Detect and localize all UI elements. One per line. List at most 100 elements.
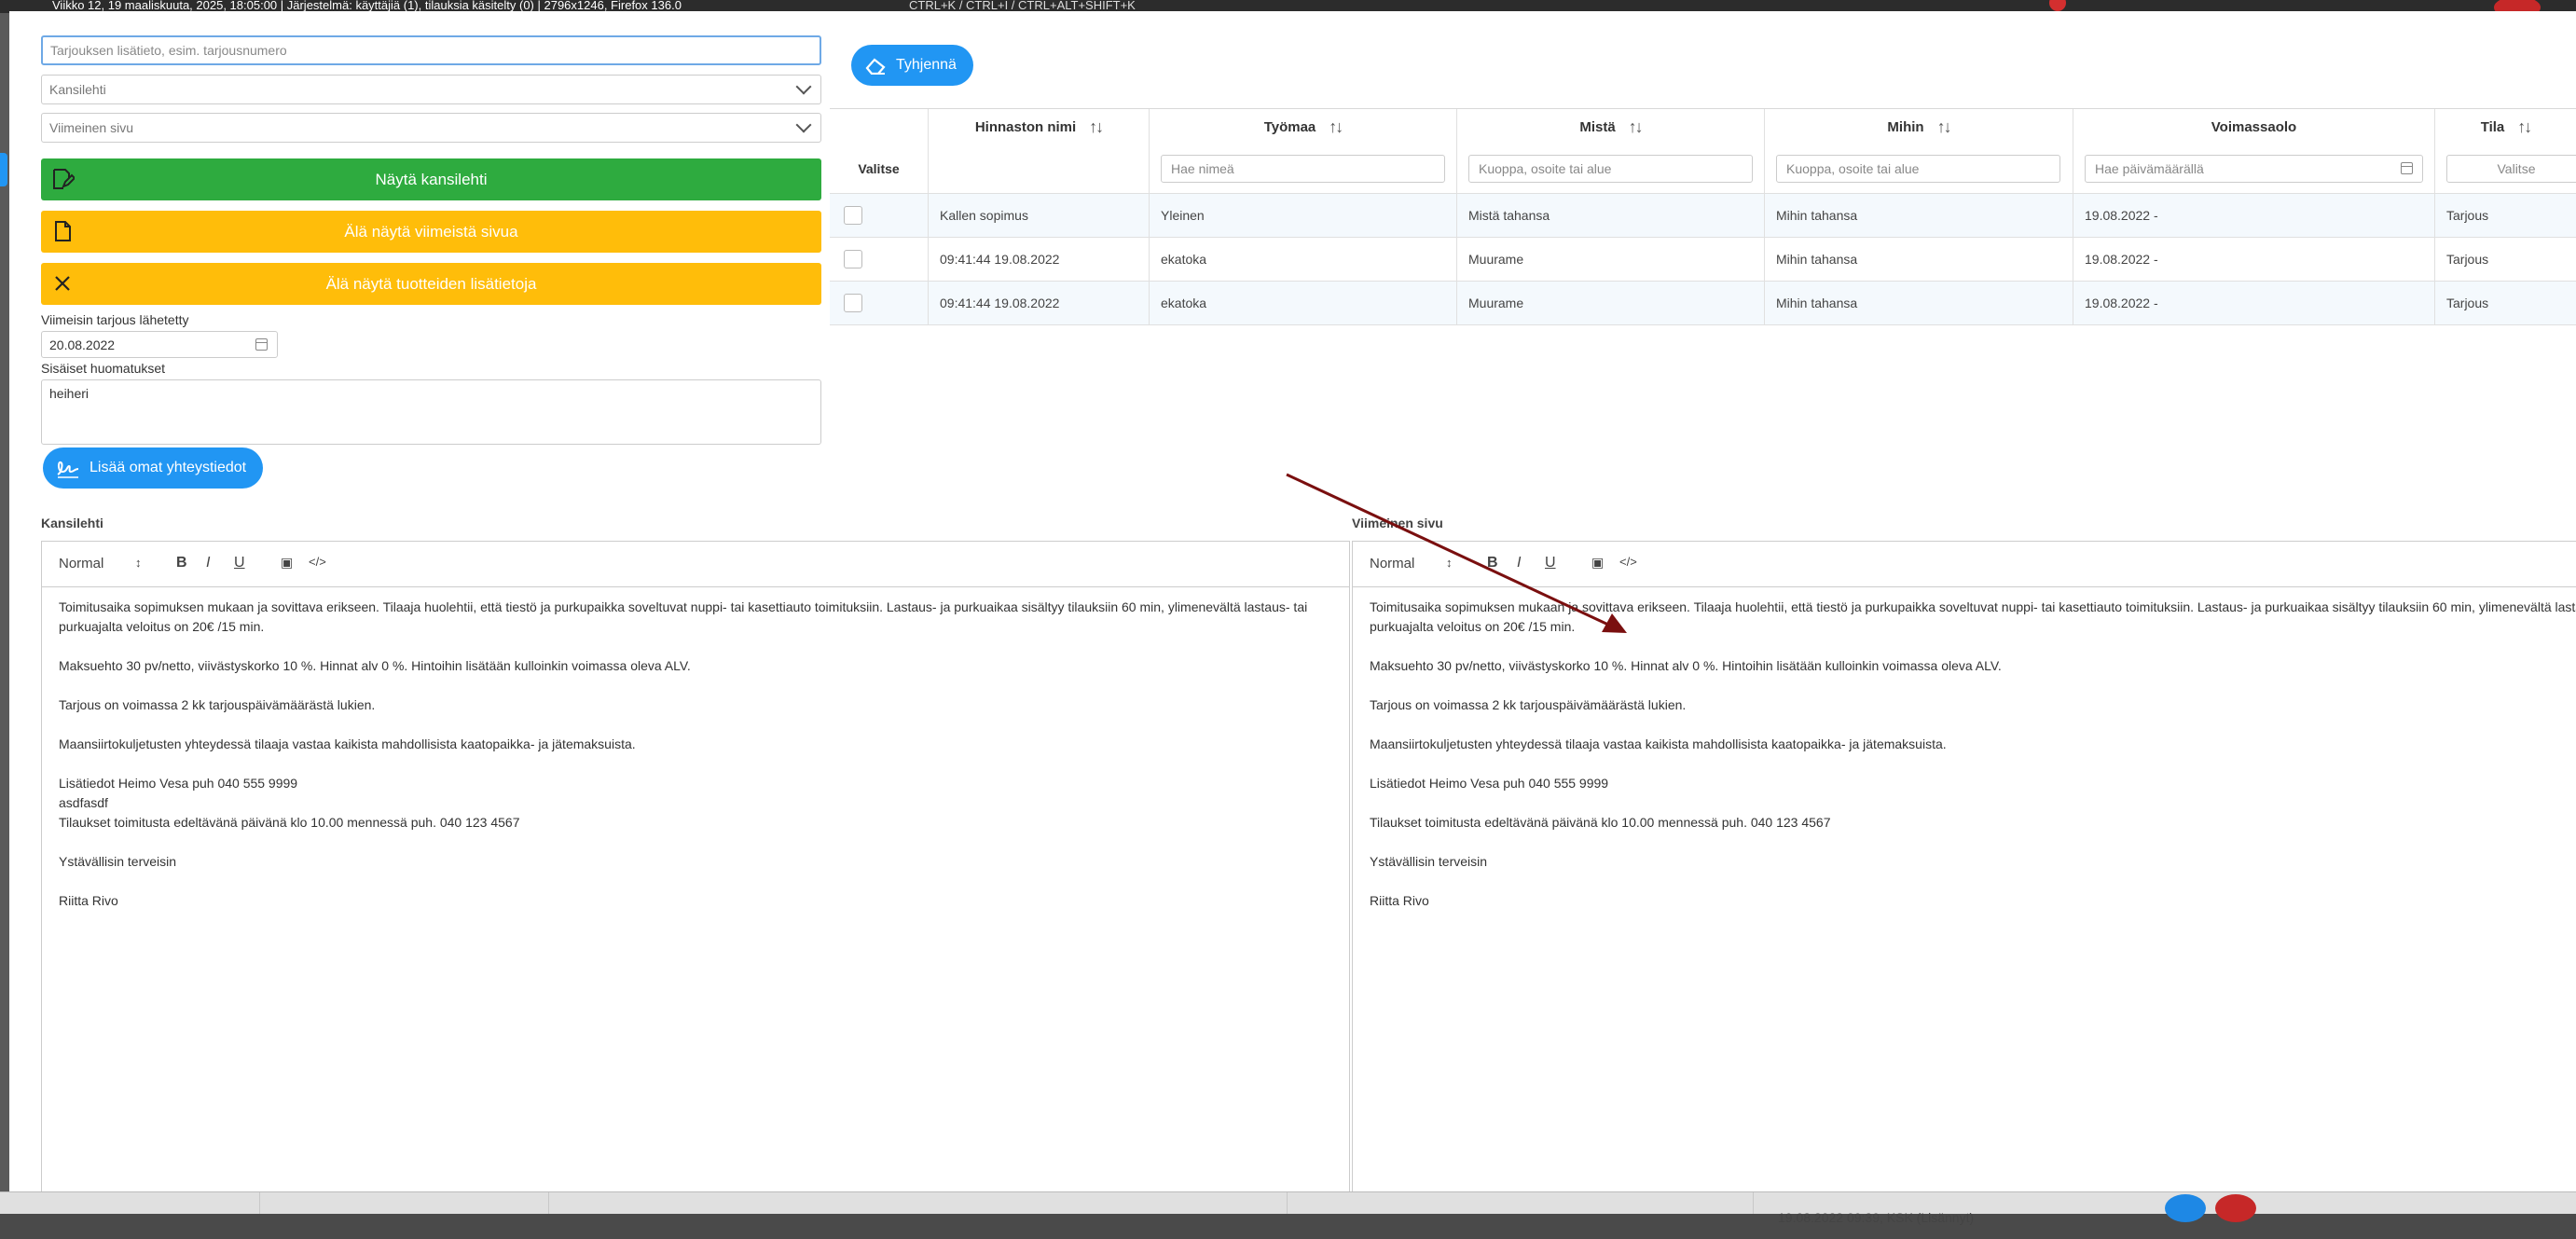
date-filter-placeholder: Hae päivämäärällä bbox=[2095, 161, 2204, 176]
row-site: ekatoka bbox=[1149, 238, 1456, 281]
editor-toolbar: Normal B I U ▣ </> bbox=[42, 542, 1349, 587]
row-name: Kallen sopimus bbox=[928, 194, 1149, 237]
last-page-select[interactable]: Viimeinen sivu bbox=[41, 113, 821, 143]
table-row[interactable]: 09:41:44 19.08.2022 ekatoka Muurame Mihi… bbox=[830, 238, 2576, 282]
header-name-label: Hinnaston nimi bbox=[974, 118, 1077, 135]
hide-product-info-button[interactable]: Älä näytä tuotteiden lisätietoja bbox=[41, 263, 821, 305]
last-sent-date-value: 20.08.2022 bbox=[49, 337, 116, 352]
divider bbox=[1287, 1192, 1288, 1214]
format-select[interactable]: Normal bbox=[59, 556, 142, 571]
paragraph: Ystävällisin terveisin bbox=[1370, 854, 1488, 869]
internal-notes-value: heiheri bbox=[49, 386, 90, 401]
sort-icon[interactable]: ↑↓ bbox=[1329, 117, 1343, 137]
row-valid: 19.08.2022 - bbox=[2073, 282, 2434, 324]
row-to: Mihin tahansa bbox=[1764, 238, 2073, 281]
status-filter-select[interactable]: Valitse bbox=[2446, 155, 2576, 183]
bold-icon[interactable]: B bbox=[1487, 555, 1498, 571]
format-select[interactable]: Normal bbox=[1370, 556, 1453, 571]
image-icon[interactable]: ▣ bbox=[1591, 555, 1604, 571]
header-valid-label: Voimassaolo bbox=[2211, 118, 2297, 135]
paragraph: Riitta Rivo bbox=[59, 893, 118, 908]
cover-page-select-value: Kansilehti bbox=[49, 82, 106, 97]
add-own-contact-label: Lisää omat yhteystiedot bbox=[90, 460, 247, 475]
last-page-editor[interactable]: Normal B I U ▣ </> Toimitusaika sopimuks… bbox=[1352, 541, 2576, 1191]
row-checkbox[interactable] bbox=[844, 206, 862, 225]
last-sent-date-input[interactable]: 20.08.2022 bbox=[41, 331, 278, 358]
close-icon bbox=[55, 276, 70, 291]
edit-fab[interactable] bbox=[2165, 1194, 2206, 1222]
italic-icon[interactable]: I bbox=[1517, 555, 1521, 571]
eraser-icon bbox=[865, 58, 886, 75]
paragraph: Maksuehto 30 pv/netto, viivästyskorko 10… bbox=[59, 658, 691, 673]
row-status: Tarjous bbox=[2434, 238, 2576, 281]
sort-icon[interactable]: ↑↓ bbox=[1937, 117, 1952, 137]
hide-product-info-label: Älä näytä tuotteiden lisätietoja bbox=[325, 274, 537, 293]
row-name: 09:41:44 19.08.2022 bbox=[928, 282, 1149, 324]
italic-icon[interactable]: I bbox=[206, 555, 210, 571]
cover-page-select[interactable]: Kansilehti bbox=[41, 75, 821, 104]
table-row[interactable]: Kallen sopimus Yleinen Mistä tahansa Mih… bbox=[830, 194, 2576, 238]
bold-icon[interactable]: B bbox=[176, 555, 187, 571]
underline-icon[interactable]: U bbox=[1545, 555, 1556, 571]
paragraph: Tarjous on voimassa 2 kk tarjouspäivämää… bbox=[1370, 697, 1687, 712]
header-valid[interactable]: Voimassaolo bbox=[2073, 109, 2434, 145]
paragraph: Lisätiedot Heimo Vesa puh 040 555 9999 bbox=[1370, 776, 1609, 791]
row-name: 09:41:44 19.08.2022 bbox=[928, 238, 1149, 281]
calendar-icon[interactable] bbox=[2401, 162, 2413, 174]
code-icon[interactable]: </> bbox=[1619, 555, 1637, 569]
paragraph: Maansiirtokuljetusten yhteydessä tilaaja… bbox=[1370, 737, 1947, 751]
underline-icon[interactable]: U bbox=[234, 555, 245, 571]
notification-badge[interactable] bbox=[2049, 0, 2066, 11]
name-filter-input[interactable]: Hae nimeä bbox=[1161, 155, 1445, 183]
cover-page-editor[interactable]: Normal B I U ▣ </> Toimitusaika sopimuks… bbox=[41, 541, 1350, 1191]
clear-button[interactable]: Tyhjennä bbox=[851, 45, 973, 86]
from-filter-cell: Kuoppa, osoite tai alue bbox=[1456, 145, 1764, 193]
header-status[interactable]: Tila ↑↓ bbox=[2434, 109, 2576, 145]
calendar-icon[interactable] bbox=[255, 338, 268, 351]
row-status: Tarjous bbox=[2434, 282, 2576, 324]
internal-notes-textarea[interactable]: heiheri bbox=[41, 379, 821, 445]
header-name[interactable]: Hinnaston nimi ↑↓ bbox=[928, 109, 1149, 145]
log-cell: 19.08.2022 09:39, KSK (Lisännyt) bbox=[1778, 1210, 1975, 1225]
header-site[interactable]: Työmaa ↑↓ bbox=[1149, 109, 1456, 145]
row-checkbox[interactable] bbox=[844, 294, 862, 312]
add-own-contact-button[interactable]: Lisää omat yhteystiedot bbox=[43, 447, 264, 489]
from-filter-input[interactable]: Kuoppa, osoite tai alue bbox=[1468, 155, 1753, 183]
cover-editor-content[interactable]: Toimitusaika sopimuksen mukaan ja sovitt… bbox=[59, 598, 1340, 930]
divider bbox=[1753, 1192, 1754, 1214]
header-from[interactable]: Mistä ↑↓ bbox=[1456, 109, 1764, 145]
select-column-label: Valitse bbox=[858, 161, 900, 176]
image-icon[interactable]: ▣ bbox=[281, 555, 293, 571]
table-row[interactable]: 09:41:44 19.08.2022 ekatoka Muurame Mihi… bbox=[830, 282, 2576, 325]
last-sent-label: Viimeisin tarjous lähetetty bbox=[41, 312, 189, 327]
hide-last-page-button[interactable]: Älä näytä viimeistä sivua bbox=[41, 211, 821, 253]
show-cover-button[interactable]: Näytä kansilehti bbox=[41, 158, 821, 200]
document-icon bbox=[55, 221, 71, 241]
paragraph: Lisätiedot Heimo Vesa puh 040 555 9999 a… bbox=[59, 776, 520, 830]
row-from: Muurame bbox=[1456, 238, 1764, 281]
row-status: Tarjous bbox=[2434, 194, 2576, 237]
sort-icon[interactable]: ↑↓ bbox=[1089, 117, 1104, 137]
last-page-select-value: Viimeinen sivu bbox=[49, 120, 134, 135]
row-from: Muurame bbox=[1456, 282, 1764, 324]
paragraph: Toimitusaika sopimuksen mukaan ja sovitt… bbox=[1370, 599, 2576, 634]
date-filter-input[interactable]: Hae päivämäärällä bbox=[2085, 155, 2423, 183]
last-page-editor-title: Viimeinen sivu bbox=[1352, 516, 1443, 530]
last-page-editor-content[interactable]: Toimitusaika sopimuksen mukaan ja sovitt… bbox=[1370, 598, 2576, 930]
header-from-label: Mistä bbox=[1579, 118, 1616, 135]
name-filter-placeholder: Hae nimeä bbox=[1171, 161, 1234, 176]
sort-icon[interactable]: ↑↓ bbox=[1629, 117, 1644, 137]
header-to[interactable]: Mihin ↑↓ bbox=[1764, 109, 2073, 145]
to-filter-input[interactable]: Kuoppa, osoite tai alue bbox=[1776, 155, 2060, 183]
code-icon[interactable]: </> bbox=[309, 555, 326, 569]
row-valid: 19.08.2022 - bbox=[2073, 238, 2434, 281]
delete-fab[interactable] bbox=[2215, 1194, 2256, 1222]
offer-info-input[interactable]: Tarjouksen lisätieto, esim. tarjousnumer… bbox=[41, 35, 821, 65]
sort-icon[interactable]: ↑↓ bbox=[2517, 117, 2532, 137]
from-filter-placeholder: Kuoppa, osoite tai alue bbox=[1479, 161, 1612, 176]
row-checkbox[interactable] bbox=[844, 250, 862, 268]
header-status-label: Tila bbox=[2480, 118, 2505, 135]
background-table-row: 19.08.2022 09:39, KSK (Lisännyt) bbox=[0, 1191, 2576, 1225]
sidebar-tab[interactable] bbox=[0, 153, 7, 186]
site-filter-cell: Hae nimeä bbox=[1149, 145, 1456, 193]
